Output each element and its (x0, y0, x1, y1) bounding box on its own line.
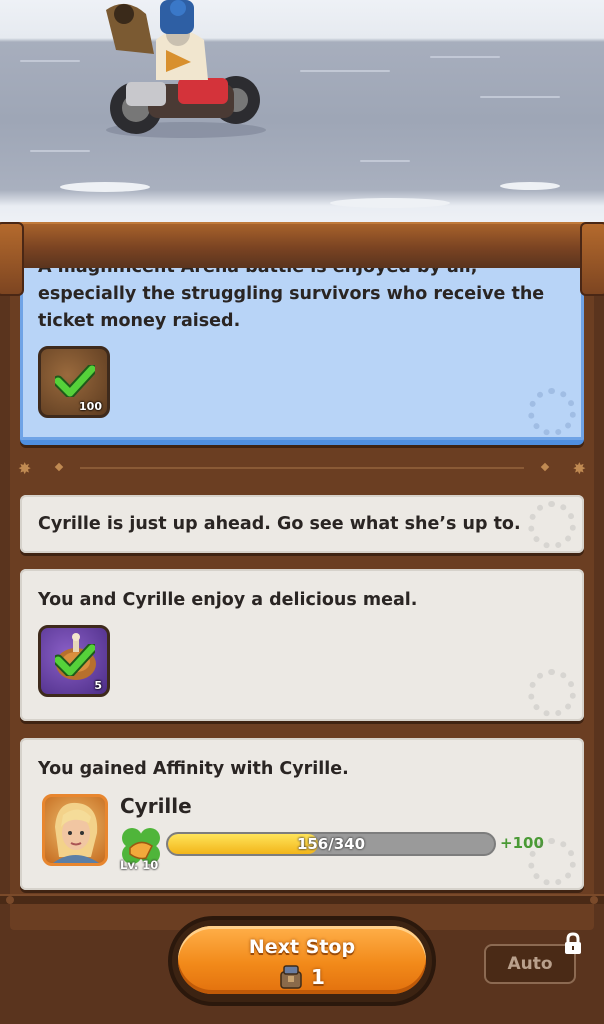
next-stop-cost: 1 (178, 964, 426, 990)
gear-watermark-icon (528, 838, 576, 886)
next-stop-button-face: Next Stop 1 (178, 926, 426, 994)
motorcycle-rider-icon (106, 0, 266, 138)
ornament-star-icon: ✸ (18, 459, 32, 478)
character-portrait-icon (53, 802, 99, 863)
next-stop-cost-value: 1 (311, 965, 325, 989)
bolt-icon (590, 896, 598, 904)
affinity-progress-text: 156/340 (296, 835, 366, 853)
story-card-cyrille-ahead[interactable]: Cyrille is just up ahead. Go see what sh… (20, 495, 584, 553)
divider-line (80, 467, 524, 469)
auto-label: Auto (507, 954, 553, 974)
check-icon (55, 644, 95, 676)
story-text: Cyrille is just up ahead. Go see what sh… (38, 514, 521, 534)
next-stop-button[interactable]: Next Stop 1 (168, 916, 436, 1006)
story-card-meal[interactable]: You and Cyrille enjoy a delicious meal. … (20, 569, 584, 721)
panel-top-rail-overlay (0, 222, 604, 268)
gear-watermark-icon (528, 388, 576, 436)
cyrille-portrait[interactable] (42, 794, 108, 866)
story-card-arena[interactable]: A magnificent Arena battle is enjoyed by… (20, 240, 584, 445)
affinity-progress-bar: 156/340 (166, 832, 496, 856)
character-name: Cyrille (120, 794, 192, 818)
character-level: Lv. 10 (120, 858, 159, 872)
lock-icon (565, 932, 581, 954)
bottom-rail (0, 894, 604, 904)
supply-crate-icon (280, 965, 302, 989)
story-text: You gained Affinity with Cyrille. (38, 759, 349, 779)
meal-reward-icon[interactable]: 5 (38, 625, 110, 697)
ornament-dot-icon (540, 462, 550, 472)
gear-watermark-icon (528, 501, 576, 549)
reward-count: 5 (94, 679, 102, 692)
ornament-dot-icon (54, 462, 64, 472)
reward-count: 100 (79, 400, 102, 413)
story-card-affinity[interactable]: You gained Affinity with Cyrille. Cyrill… (20, 738, 584, 890)
world-scene (0, 0, 604, 232)
next-stop-label: Next Stop (248, 936, 356, 958)
book-reward-icon[interactable]: 100 (38, 346, 110, 418)
gear-watermark-icon (528, 669, 576, 717)
ornament-star-icon: ✸ (572, 459, 586, 478)
section-divider: ✸ ✸ (18, 459, 586, 478)
panel-corner-right-overlay (580, 222, 604, 296)
panel-corner-left-overlay (0, 222, 24, 296)
check-icon (55, 365, 95, 397)
bolt-icon (6, 896, 14, 904)
story-text: You and Cyrille enjoy a delicious meal. (38, 590, 418, 610)
